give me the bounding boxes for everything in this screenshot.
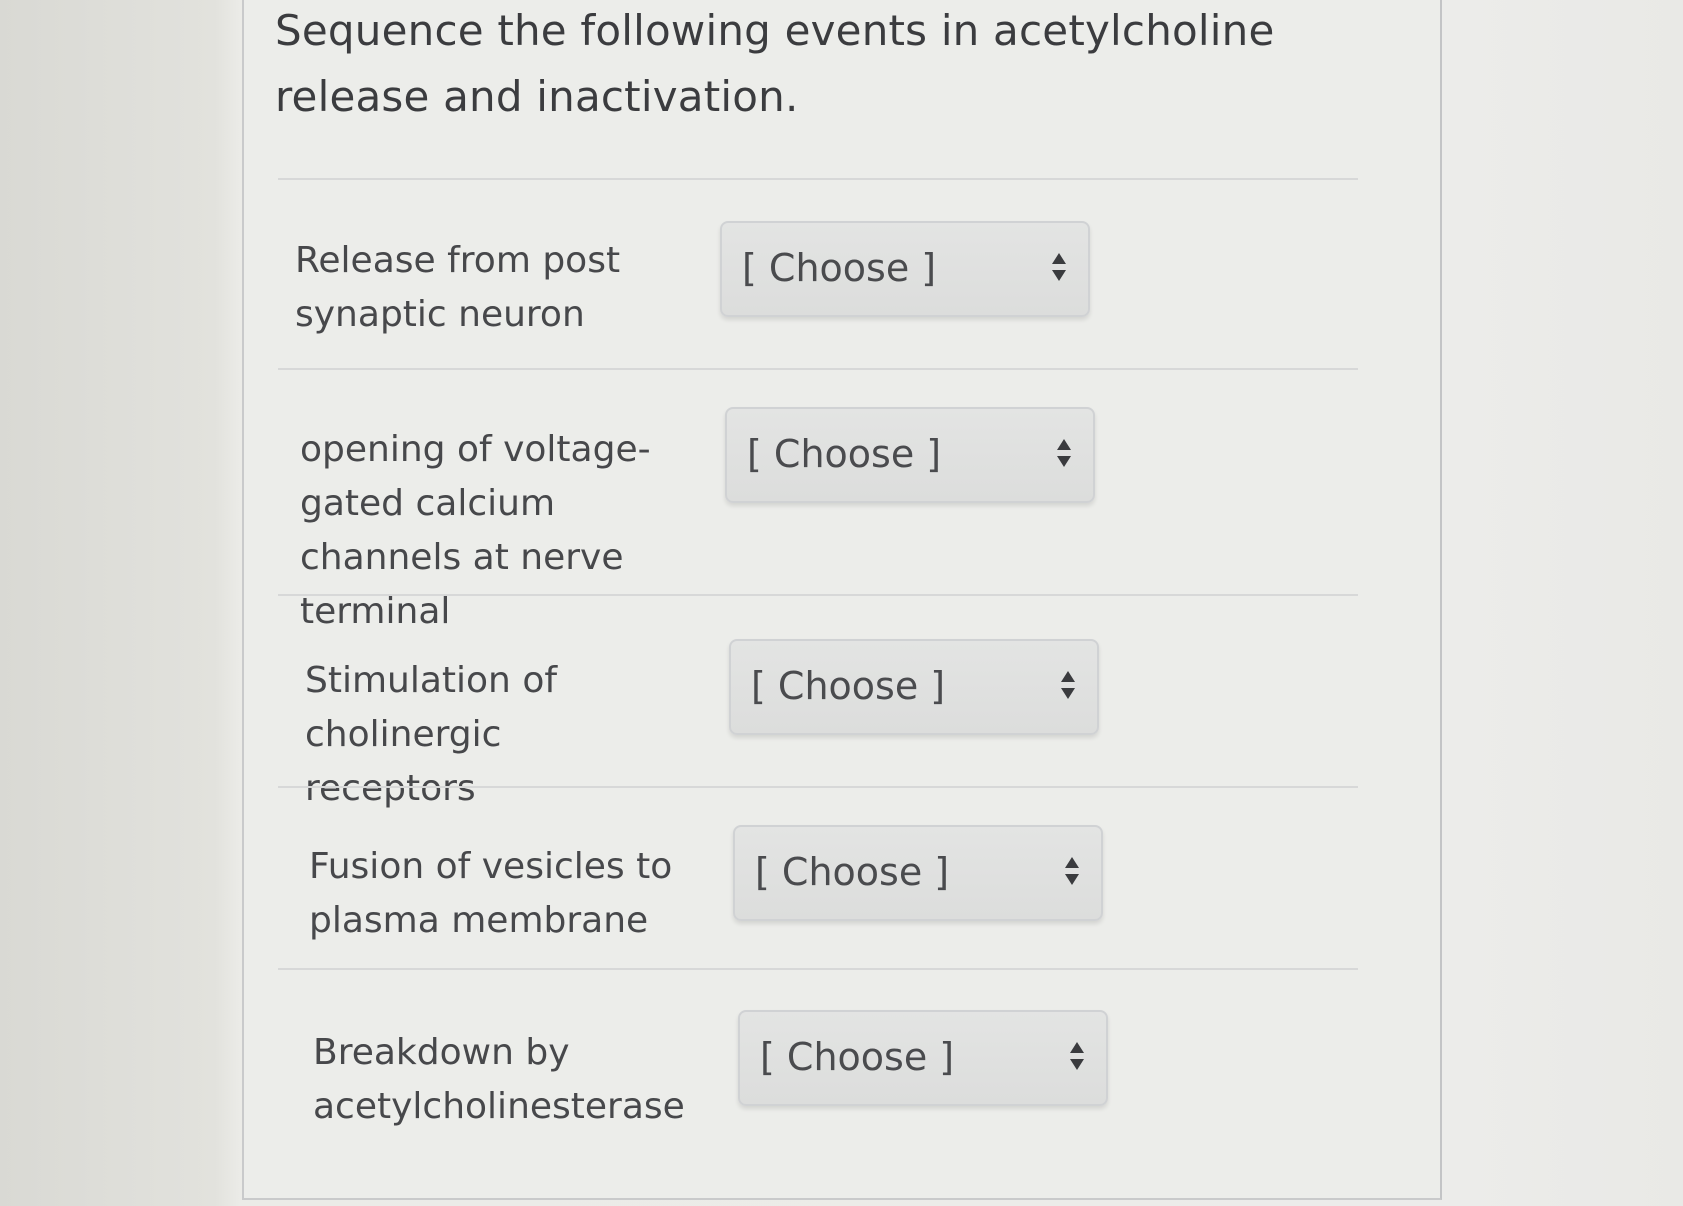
order-select-acetylcholinesterase[interactable]: [ Choose ] xyxy=(738,1010,1108,1106)
order-select-calcium-channels[interactable]: [ Choose ] xyxy=(725,407,1095,503)
select-value: [ Choose ] xyxy=(760,1035,955,1079)
order-select-vesicle-fusion[interactable]: [ Choose ] xyxy=(733,825,1103,921)
page: Sequence the following events in acetylc… xyxy=(0,0,1683,1206)
divider xyxy=(278,594,1358,596)
select-value: [ Choose ] xyxy=(751,664,946,708)
event-label-acetylcholinesterase: Breakdown by acetylcholinesterase xyxy=(313,1032,685,1127)
order-select-release[interactable]: [ Choose ] xyxy=(720,221,1090,317)
event-label-release: Release from post synaptic neuron xyxy=(295,240,621,335)
select-value: [ Choose ] xyxy=(755,850,950,894)
select-value: [ Choose ] xyxy=(742,246,937,290)
event-label-calcium-channels: opening of voltage-gated calcium channel… xyxy=(300,429,651,632)
divider xyxy=(278,368,1358,370)
up-down-arrows-icon xyxy=(1065,857,1079,889)
divider xyxy=(278,968,1358,970)
up-down-arrows-icon xyxy=(1061,671,1075,703)
up-down-arrows-icon xyxy=(1052,253,1066,285)
event-label-vesicle-fusion: Fusion of vesicles to plasma membrane xyxy=(309,846,673,941)
select-value: [ Choose ] xyxy=(747,432,942,476)
up-down-arrows-icon xyxy=(1057,439,1071,471)
divider xyxy=(278,178,1358,180)
order-select-cholinergic-receptors[interactable]: [ Choose ] xyxy=(729,639,1099,735)
event-label-cholinergic-receptors: Stimulation of cholinergic receptors xyxy=(305,660,558,809)
up-down-arrows-icon xyxy=(1070,1042,1084,1074)
question-text: Sequence the following events in acetylc… xyxy=(275,6,1275,121)
divider xyxy=(278,786,1358,788)
